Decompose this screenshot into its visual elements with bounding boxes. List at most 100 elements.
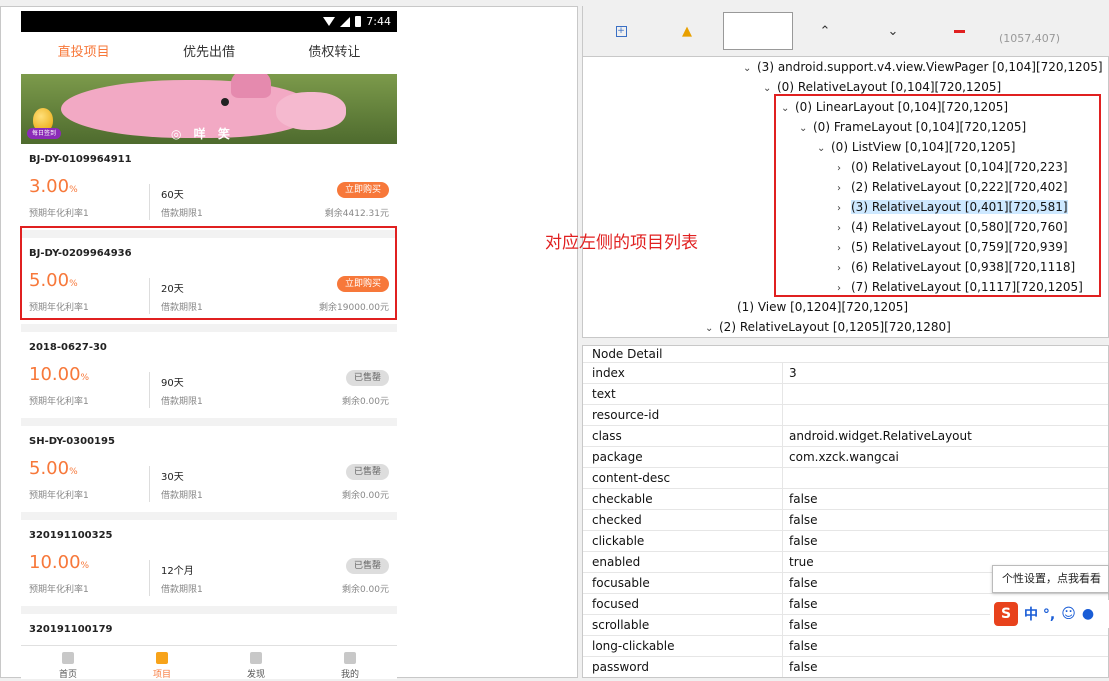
- card-divider: [149, 560, 150, 596]
- sogou-logo-icon[interactable]: S: [994, 602, 1018, 626]
- pig-snout-shape: [276, 92, 346, 130]
- property-value: false: [789, 660, 818, 674]
- warning-icon: ▲: [682, 23, 692, 39]
- battery-icon: [355, 16, 362, 27]
- previous-button[interactable]: ⌃: [809, 16, 841, 46]
- property-key: content-desc: [583, 468, 783, 488]
- property-key: index: [583, 363, 783, 383]
- device-screenshot-pane: 7:44 直投项目 优先出借 债权转让 ◎ 咩 笑 每日签到 BJ-DY-010…: [0, 6, 578, 679]
- tab-debt-transfer[interactable]: 债权转让: [272, 32, 397, 74]
- user-icon: [344, 652, 356, 664]
- nav-discover[interactable]: 发现: [209, 646, 303, 679]
- detail-row[interactable]: text: [583, 383, 1108, 404]
- nav-projects[interactable]: 项目: [115, 646, 209, 679]
- project-code: BJ-DY-0109964911: [29, 154, 132, 165]
- property-key: focusable: [583, 573, 783, 593]
- property-value: com.xzck.wangcai: [789, 450, 899, 464]
- card-divider: [149, 184, 150, 220]
- remaining-amount: 剩余0.00元: [341, 585, 389, 595]
- property-value: [783, 384, 1108, 404]
- detail-row[interactable]: checked false: [583, 509, 1108, 530]
- tab-priority-lending[interactable]: 优先出借: [146, 32, 271, 74]
- loan-period: 90天: [161, 378, 184, 389]
- property-key: resource-id: [583, 405, 783, 425]
- project-list: BJ-DY-0109964911 3.00% 预期年化利率1 60天 借款期限1 立即购买…: [21, 144, 397, 674]
- project-code: 2018-0627-30: [29, 342, 107, 353]
- annotation-text: 对应左侧的项目列表: [545, 233, 698, 253]
- sold-out-badge: 已售罄: [345, 464, 389, 480]
- nav-discover-label: 发现: [246, 670, 265, 679]
- detail-row[interactable]: long-clickable false: [583, 635, 1108, 656]
- detail-row[interactable]: package com.xzck.wangcai: [583, 446, 1108, 467]
- warning-toggle-button[interactable]: ▲: [671, 16, 703, 46]
- rate-percent: %: [80, 373, 90, 383]
- rate-label: 预期年化利率1: [29, 585, 89, 595]
- project-card[interactable]: BJ-DY-0109964911 3.00% 预期年化利率1 60天 借款期限1 立即购买…: [21, 144, 397, 230]
- chevron-down-icon[interactable]: ⌄: [705, 319, 719, 337]
- detail-row[interactable]: checkable false: [583, 488, 1108, 509]
- interest-rate: 3.00%: [29, 176, 78, 197]
- project-code: 320191100325: [29, 530, 113, 541]
- buy-now-button[interactable]: 立即购买: [336, 182, 389, 198]
- card-divider: [149, 466, 150, 502]
- project-card[interactable]: SH-DY-0300195 5.00% 预期年化利率1 30天 借款期限1 已售罄 剩余0.…: [21, 426, 397, 512]
- rate-percent: %: [69, 467, 78, 477]
- expand-all-button[interactable]: +: [605, 16, 637, 46]
- period-label: 借款期限1: [161, 397, 203, 407]
- rate-value: 10.00: [29, 364, 81, 385]
- property-key: class: [583, 426, 783, 446]
- detail-row[interactable]: class android.widget.RelativeLayout: [583, 425, 1108, 446]
- nav-home-label: 首页: [58, 670, 77, 679]
- node-detail-title: Node Detail: [592, 347, 663, 361]
- document-icon: [156, 652, 168, 664]
- detail-row[interactable]: resource-id: [583, 404, 1108, 425]
- search-box[interactable]: [723, 12, 793, 50]
- ime-tooltip: 个性设置，点我看看: [992, 565, 1109, 593]
- clear-button[interactable]: [943, 16, 975, 46]
- remaining-amount: 剩余4412.31元: [324, 209, 389, 219]
- ime-toolbar[interactable]: S 中 °, ☺ ●: [990, 600, 1109, 628]
- tree-node[interactable]: ⌄ (2) RelativeLayout [0,1205][720,1280]: [705, 317, 951, 337]
- daily-checkin-badge[interactable]: 每日签到: [27, 108, 61, 142]
- chevron-down-icon[interactable]: ⌄: [743, 59, 757, 79]
- property-key: package: [583, 447, 783, 467]
- emoji-icon[interactable]: ☺: [1061, 606, 1076, 622]
- rate-label: 预期年化利率1: [29, 397, 89, 407]
- tree-node[interactable]: ⌄ (3) android.support.v4.view.ViewPager […: [743, 57, 1103, 77]
- project-card[interactable]: 2018-0627-30 10.00% 预期年化利率1 90天 借款期限1 已售罄 剩余0.…: [21, 332, 397, 418]
- ime-mode-label[interactable]: 中 °,: [1024, 604, 1055, 624]
- checkin-label: 每日签到: [27, 128, 61, 139]
- detail-row[interactable]: content-desc: [583, 467, 1108, 488]
- tab-direct-projects[interactable]: 直投项目: [21, 32, 146, 74]
- wifi-icon: [323, 17, 336, 26]
- ui-hierarchy-tree: ⌄ (3) android.support.v4.view.ViewPager […: [582, 56, 1109, 338]
- project-code: 320191100179: [29, 624, 113, 635]
- property-value: false: [789, 492, 818, 506]
- nav-home[interactable]: 首页: [21, 646, 115, 679]
- detail-row[interactable]: password false: [583, 656, 1108, 677]
- phone-screen: 7:44 直投项目 优先出借 债权转让 ◎ 咩 笑 每日签到 BJ-DY-010…: [21, 11, 397, 679]
- rate-value: 5.00: [29, 458, 70, 479]
- project-card[interactable]: 320191100325 10.00% 预期年化利率1 12个月 借款期限1 已售罄 剩余0…: [21, 520, 397, 606]
- chevron-down-icon: ⌄: [887, 23, 899, 39]
- property-key: scrollable: [583, 615, 783, 635]
- detail-row[interactable]: index 3: [583, 362, 1108, 383]
- rate-value: 10.00: [29, 552, 81, 573]
- property-value: android.widget.RelativeLayout: [789, 429, 972, 443]
- detail-row[interactable]: clickable false: [583, 530, 1108, 551]
- banner-text: ◎ 咩 笑: [171, 127, 234, 141]
- next-button[interactable]: ⌄: [877, 16, 909, 46]
- nav-mine[interactable]: 我的: [303, 646, 397, 679]
- tree-node-label: (2) RelativeLayout [0,1205][720,1280]: [719, 320, 951, 334]
- compass-icon: [250, 652, 262, 664]
- promo-banner[interactable]: ◎ 咩 笑 每日签到: [21, 74, 397, 144]
- microphone-icon[interactable]: ●: [1082, 606, 1094, 622]
- property-key: checked: [583, 510, 783, 530]
- property-key: focused: [583, 594, 783, 614]
- status-time: 7:44: [366, 15, 391, 28]
- tree-node[interactable]: (1) View [0,1204][720,1205]: [723, 297, 908, 317]
- tree-node-label: (0) RelativeLayout [0,104][720,1205]: [777, 80, 1002, 94]
- tree-node-label: (1) View [0,1204][720,1205]: [737, 300, 909, 314]
- signal-icon: [340, 16, 351, 27]
- rate-label: 预期年化利率1: [29, 491, 89, 501]
